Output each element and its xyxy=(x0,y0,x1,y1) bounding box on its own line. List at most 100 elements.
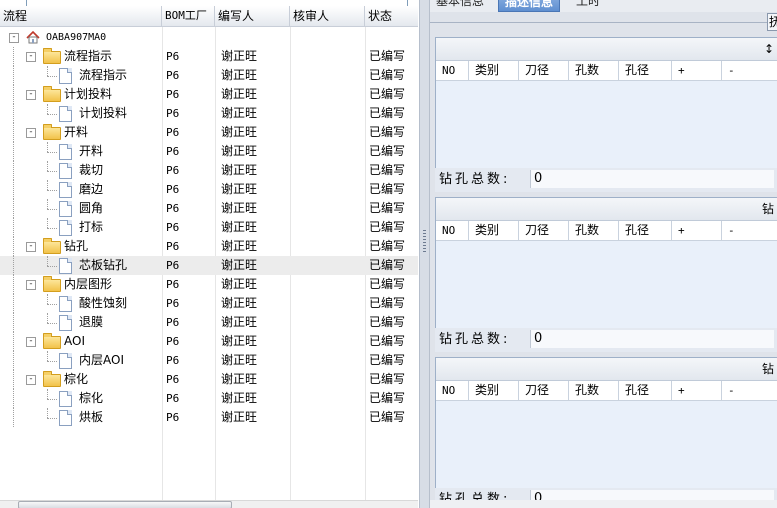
status-cell: 已编写 xyxy=(369,410,406,424)
tree-row[interactable]: - 内层图形 P6 谢正旺 已编写 xyxy=(0,275,418,294)
collapse-toggle-icon[interactable]: - xyxy=(26,375,36,385)
tree-row[interactable]: - 开料 P6 谢正旺 已编写 xyxy=(0,123,418,142)
col-header-reviewer[interactable]: 核审人 xyxy=(290,6,365,26)
drill-column-header[interactable]: 刀径 xyxy=(519,61,569,80)
status-cell: 已编写 xyxy=(369,372,406,386)
drill-column-header[interactable]: NO xyxy=(436,221,469,240)
drill-column-header[interactable]: 孔径 xyxy=(619,221,672,240)
tree-row[interactable]: 流程指示 P6 谢正旺 已编写 xyxy=(0,66,418,85)
drill-hole-table: 钻 NO 类别 刀径 孔数 孔径 + - xyxy=(435,197,777,339)
tree-node-label[interactable]: 磨边 xyxy=(79,180,103,199)
bom-factory-cell: P6 xyxy=(166,221,180,234)
drill-column-header[interactable]: 刀径 xyxy=(519,381,569,400)
drill-column-header[interactable]: NO xyxy=(436,61,469,80)
tab-description[interactable]: 描述信息 xyxy=(498,0,561,12)
tree-row[interactable]: 酸性蚀刻 P6 谢正旺 已编写 xyxy=(0,294,418,313)
collapse-toggle-icon[interactable]: - xyxy=(26,280,36,290)
writer-cell: 谢正旺 xyxy=(221,68,258,82)
tree-node-label[interactable]: 内层图形 xyxy=(64,275,112,294)
tree-node-label[interactable]: 计划投料 xyxy=(64,85,112,104)
drill-column-header[interactable]: 刀径 xyxy=(519,221,569,240)
drill-column-header[interactable]: NO xyxy=(436,381,469,400)
col-header-writer[interactable]: 编写人 xyxy=(215,6,290,26)
tree-row[interactable]: - 棕化 P6 谢正旺 已编写 xyxy=(0,370,418,389)
drill-total-value[interactable]: 0 xyxy=(530,170,774,188)
col-header-bom-factory[interactable]: BOM工厂 xyxy=(162,6,215,26)
tree-row[interactable]: 棕化 P6 谢正旺 已编写 xyxy=(0,389,418,408)
tree-node-label[interactable]: 内层AOI xyxy=(79,351,124,370)
drill-column-header[interactable]: 孔数 xyxy=(569,381,619,400)
drill-hole-table: ↕ NO 类别 刀径 孔数 孔径 + - xyxy=(435,37,777,179)
collapse-toggle-icon[interactable]: - xyxy=(26,337,36,347)
tree-node-label[interactable]: 退膜 xyxy=(79,313,103,332)
drill-column-header[interactable]: 孔径 xyxy=(619,381,672,400)
tree-node-label[interactable]: 酸性蚀刻 xyxy=(79,294,127,313)
folder-icon xyxy=(43,48,61,64)
writer-cell: 谢正旺 xyxy=(221,334,258,348)
drill-column-header[interactable]: 类别 xyxy=(469,61,519,80)
panel-tool-button[interactable]: 抚 xyxy=(767,13,777,31)
tab-work-hours[interactable]: 工时 xyxy=(570,0,606,10)
tree-row[interactable]: 计划投料 P6 谢正旺 已编写 xyxy=(0,104,418,123)
col-header-flow[interactable]: 流程 xyxy=(0,6,162,26)
tree-row[interactable]: 内层AOI P6 谢正旺 已编写 xyxy=(0,351,418,370)
drill-column-header[interactable]: + xyxy=(672,381,722,400)
bom-factory-cell: P6 xyxy=(166,259,180,272)
scrollbar-thumb[interactable] xyxy=(18,501,232,508)
collapse-toggle-icon[interactable]: - xyxy=(26,52,36,62)
tree-row[interactable]: 磨边 P6 谢正旺 已编写 xyxy=(0,180,418,199)
collapse-toggle-icon[interactable]: - xyxy=(9,33,19,43)
tree-row[interactable]: 圆角 P6 谢正旺 已编写 xyxy=(0,199,418,218)
tree-node-label[interactable]: 流程指示 xyxy=(79,66,127,85)
tree-node-label[interactable]: 计划投料 xyxy=(79,104,127,123)
writer-cell: 谢正旺 xyxy=(221,87,258,101)
drill-column-header[interactable]: + xyxy=(672,221,722,240)
collapse-toggle-icon[interactable]: - xyxy=(26,242,36,252)
tree-node-label[interactable]: OABA907MA0 xyxy=(46,28,106,47)
writer-cell: 谢正旺 xyxy=(221,410,258,424)
tree-row[interactable]: 裁切 P6 谢正旺 已编写 xyxy=(0,161,418,180)
tree-row[interactable]: - OABA907MA0 xyxy=(0,28,418,47)
tree-node-label[interactable]: 棕化 xyxy=(64,370,88,389)
drill-total-value[interactable]: 0 xyxy=(530,330,774,348)
tree-node-label[interactable]: 打标 xyxy=(79,218,103,237)
collapse-toggle-icon[interactable]: - xyxy=(26,128,36,138)
tree-node-label[interactable]: 开料 xyxy=(79,142,103,161)
tab-basic-info[interactable]: 基本信息 xyxy=(430,0,490,10)
tree-row[interactable]: 开料 P6 谢正旺 已编写 xyxy=(0,142,418,161)
drill-table-header: NO 类别 刀径 孔数 孔径 + - xyxy=(436,221,777,241)
horizontal-scrollbar[interactable] xyxy=(430,500,777,508)
drill-column-header[interactable]: 孔径 xyxy=(619,61,672,80)
tree-row[interactable]: - 流程指示 P6 谢正旺 已编写 xyxy=(0,47,418,66)
tree-node-label[interactable]: 芯板钻孔 xyxy=(79,256,127,275)
document-icon xyxy=(59,391,72,407)
tree-row[interactable]: 芯板钻孔 P6 谢正旺 已编写 xyxy=(0,256,418,275)
col-header-status[interactable]: 状态 xyxy=(365,6,418,26)
drill-column-header[interactable]: 类别 xyxy=(469,221,519,240)
tree-node-label[interactable]: 棕化 xyxy=(79,389,103,408)
tree-node-label[interactable]: 烘板 xyxy=(79,408,103,427)
tree-row[interactable]: - 钻孔 P6 谢正旺 已编写 xyxy=(0,237,418,256)
tree-node-label[interactable]: AOI xyxy=(64,332,85,351)
tree-node-label[interactable]: 裁切 xyxy=(79,161,103,180)
writer-cell: 谢正旺 xyxy=(221,315,258,329)
drill-column-header[interactable]: - xyxy=(722,61,777,80)
splitter[interactable] xyxy=(419,0,430,508)
tree-row[interactable]: 打标 P6 谢正旺 已编写 xyxy=(0,218,418,237)
drill-column-header[interactable]: 孔数 xyxy=(569,61,619,80)
drill-column-header[interactable]: 类别 xyxy=(469,381,519,400)
drill-column-header[interactable]: - xyxy=(722,381,777,400)
tree-node-label[interactable]: 开料 xyxy=(64,123,88,142)
drill-column-header[interactable]: 孔数 xyxy=(569,221,619,240)
tree-node-label[interactable]: 圆角 xyxy=(79,199,103,218)
flow-tree-grid[interactable]: 流程 BOM工厂 编写人 核审人 状态 - OABA907MA0- 流程指示 P6 谢正… xyxy=(0,0,420,508)
tree-row[interactable]: 退膜 P6 谢正旺 已编写 xyxy=(0,313,418,332)
tree-row[interactable]: - 计划投料 P6 谢正旺 已编写 xyxy=(0,85,418,104)
tree-node-label[interactable]: 钻孔 xyxy=(64,237,88,256)
tree-row[interactable]: 烘板 P6 谢正旺 已编写 xyxy=(0,408,418,427)
collapse-toggle-icon[interactable]: - xyxy=(26,90,36,100)
drill-column-header[interactable]: - xyxy=(722,221,777,240)
drill-column-header[interactable]: + xyxy=(672,61,722,80)
tree-row[interactable]: - AOI P6 谢正旺 已编写 xyxy=(0,332,418,351)
tree-node-label[interactable]: 流程指示 xyxy=(64,47,112,66)
